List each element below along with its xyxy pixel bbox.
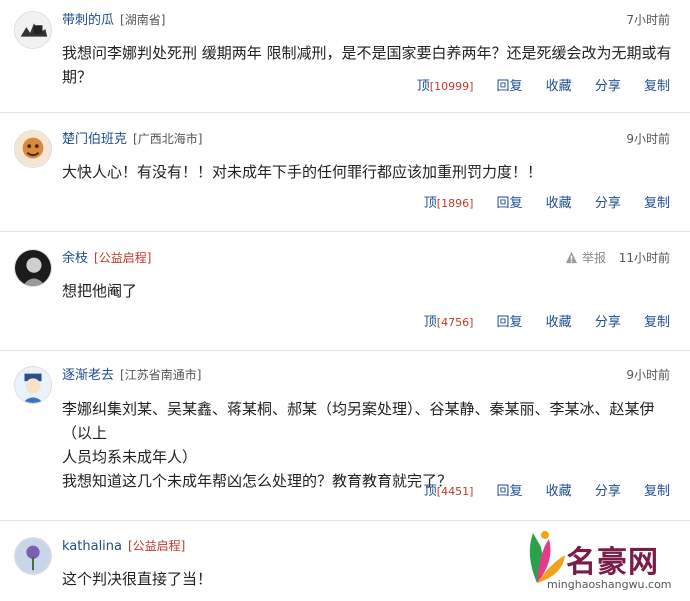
comment-time: 7小时前	[626, 13, 670, 27]
watermark-name: 名豪网	[566, 545, 659, 580]
comment-actions: 顶[10999] 回复 收藏 分享 复制	[417, 78, 670, 96]
collect-button[interactable]: 收藏	[546, 79, 572, 94]
user-location: [湖南省]	[120, 13, 166, 27]
comment-time: 11小时前	[618, 251, 670, 265]
reply-button[interactable]: 回复	[497, 315, 523, 330]
watermark-url: minghaoshangwu.com	[547, 578, 672, 591]
copy-button[interactable]: 复制	[644, 484, 670, 499]
user-location: [江苏省南通市]	[120, 368, 202, 382]
copy-button[interactable]: 复制	[644, 79, 670, 94]
avatar-image	[15, 538, 51, 574]
comment-text-line: 李娜纠集刘某、吴某鑫、蒋某桐、郝某（均另案处理）、谷某静、秦某丽、李某冰、赵某伊…	[62, 400, 655, 442]
comment-actions: 顶[1896] 回复 收藏 分享 复制	[424, 195, 670, 213]
user-tag[interactable]: [公益启程]	[94, 251, 151, 265]
comment-item: 余枝 [公益启程] 举报 11小时前 想把他阉了 顶[4756] 回复 收藏 分享…	[0, 232, 690, 351]
share-button[interactable]: 分享	[595, 79, 621, 94]
report-button[interactable]: 举报	[565, 249, 606, 267]
reply-button[interactable]: 回复	[497, 196, 523, 211]
user-tag[interactable]: [公益启程]	[128, 539, 185, 553]
upvote-count: [4756]	[436, 316, 474, 329]
collect-button[interactable]: 收藏	[546, 484, 572, 499]
upvote-count: [4451]	[436, 485, 474, 498]
comment-item: 带刺的瓜 [湖南省] 7小时前 我想问李娜判处死刑 缓期两年 限制减刑，是不是国家…	[0, 0, 690, 113]
reply-button[interactable]: 回复	[497, 484, 523, 499]
avatar[interactable]	[14, 130, 52, 168]
username-link[interactable]: 逐渐老去	[62, 368, 114, 383]
comment-item: 逐渐老去 [江苏省南通市] 9小时前 李娜纠集刘某、吴某鑫、蒋某桐、郝某（均另案处…	[0, 351, 690, 521]
comment-header: 余枝 [公益启程]	[62, 249, 151, 267]
comment-text: 大快人心！有没有！！对未成年下手的任何罪行都应该加重刑罚力度！！	[62, 163, 543, 181]
upvote-button[interactable]: 顶	[424, 484, 437, 499]
avatar[interactable]	[14, 537, 52, 575]
comment-header: kathalina [公益启程]	[62, 537, 185, 555]
comment-text: 想把他阉了	[62, 282, 138, 300]
share-button[interactable]: 分享	[595, 315, 621, 330]
upvote-count: [1896]	[436, 197, 474, 210]
upvote-count: [10999]	[429, 80, 474, 93]
upvote-button[interactable]: 顶	[424, 196, 437, 211]
comment-time: 9小时前	[626, 368, 670, 382]
comment-item: 楚门伯班克 [广西北海市] 9小时前 大快人心！有没有！！对未成年下手的任何罪行都…	[0, 113, 690, 232]
comment-header: 带刺的瓜 [湖南省]	[62, 11, 165, 29]
avatar[interactable]	[14, 249, 52, 287]
collect-button[interactable]: 收藏	[546, 196, 572, 211]
comment-time: 9小时前	[626, 132, 670, 146]
avatar-image	[15, 367, 51, 403]
user-location: [广西北海市]	[133, 132, 203, 146]
avatar[interactable]	[14, 11, 52, 49]
reply-button[interactable]: 回复	[497, 79, 523, 94]
collect-button[interactable]: 收藏	[546, 315, 572, 330]
username-link[interactable]: 余枝	[62, 251, 88, 266]
comment-text: 李娜纠集刘某、吴某鑫、蒋某桐、郝某（均另案处理）、谷某静、秦某丽、李某冰、赵某伊…	[62, 397, 680, 493]
avatar-image	[15, 250, 51, 286]
comment-header: 逐渐老去 [江苏省南通市]	[62, 366, 201, 384]
username-link[interactable]: 带刺的瓜	[62, 13, 114, 28]
comment-header: 楚门伯班克 [广西北海市]	[62, 130, 202, 148]
username-link[interactable]: 楚门伯班克	[62, 132, 127, 147]
comment-actions: 顶[4756] 回复 收藏 分享 复制	[424, 314, 670, 332]
avatar-image	[15, 131, 51, 167]
avatar-image	[15, 12, 51, 48]
avatar[interactable]	[14, 366, 52, 404]
upvote-button[interactable]: 顶	[417, 79, 430, 94]
copy-button[interactable]: 复制	[644, 315, 670, 330]
report-label: 举报	[581, 251, 606, 265]
comment-text-line: 人员均系未成年人）	[62, 448, 198, 466]
username-link[interactable]: kathalina	[62, 539, 122, 554]
copy-button[interactable]: 复制	[644, 196, 670, 211]
upvote-button[interactable]: 顶	[424, 315, 437, 330]
comment-actions: 顶[4451] 回复 收藏 分享 复制	[424, 483, 670, 501]
warning-icon	[565, 251, 578, 264]
share-button[interactable]: 分享	[595, 196, 621, 211]
share-button[interactable]: 分享	[595, 484, 621, 499]
